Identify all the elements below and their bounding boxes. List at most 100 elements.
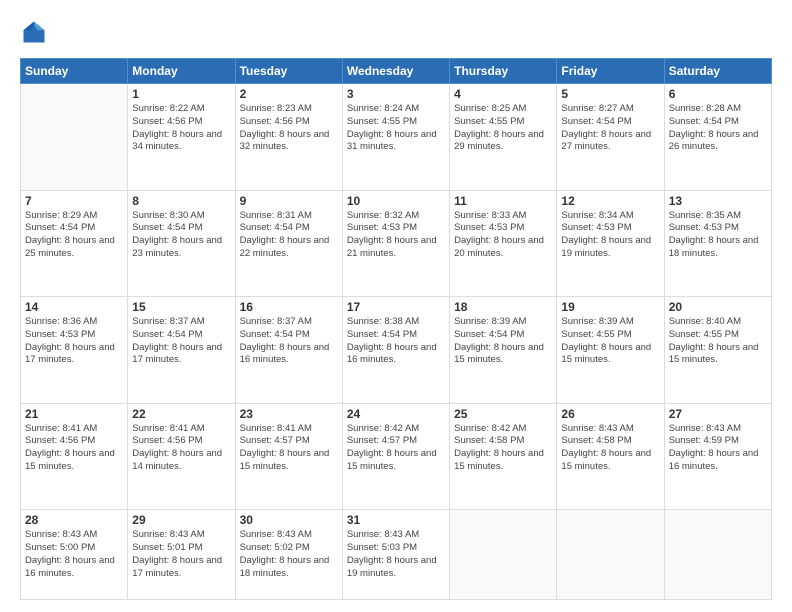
day-info: Sunrise: 8:39 AM Sunset: 4:54 PM Dayligh… — [454, 316, 552, 367]
daylight-text: Daylight: 8 hours and 17 minutes. — [132, 342, 222, 366]
calendar-cell: 16 Sunrise: 8:37 AM Sunset: 4:54 PM Dayl… — [235, 297, 342, 404]
day-info: Sunrise: 8:39 AM Sunset: 4:55 PM Dayligh… — [561, 316, 659, 367]
day-info: Sunrise: 8:40 AM Sunset: 4:55 PM Dayligh… — [669, 316, 767, 367]
calendar-cell: 20 Sunrise: 8:40 AM Sunset: 4:55 PM Dayl… — [664, 297, 771, 404]
sunrise-text: Sunrise: 8:37 AM — [132, 316, 204, 327]
calendar-cell: 9 Sunrise: 8:31 AM Sunset: 4:54 PM Dayli… — [235, 190, 342, 297]
day-info: Sunrise: 8:29 AM Sunset: 4:54 PM Dayligh… — [25, 210, 123, 261]
calendar-cell: 6 Sunrise: 8:28 AM Sunset: 4:54 PM Dayli… — [664, 84, 771, 191]
calendar-cell: 24 Sunrise: 8:42 AM Sunset: 4:57 PM Dayl… — [342, 403, 449, 510]
day-info: Sunrise: 8:43 AM Sunset: 4:59 PM Dayligh… — [669, 423, 767, 474]
daylight-text: Daylight: 8 hours and 18 minutes. — [669, 235, 759, 259]
sunset-text: Sunset: 4:56 PM — [25, 435, 95, 446]
day-info: Sunrise: 8:41 AM Sunset: 4:56 PM Dayligh… — [132, 423, 230, 474]
calendar-cell: 27 Sunrise: 8:43 AM Sunset: 4:59 PM Dayl… — [664, 403, 771, 510]
day-number: 29 — [132, 513, 230, 527]
calendar-cell: 18 Sunrise: 8:39 AM Sunset: 4:54 PM Dayl… — [450, 297, 557, 404]
calendar-week-row: 14 Sunrise: 8:36 AM Sunset: 4:53 PM Dayl… — [21, 297, 772, 404]
daylight-text: Daylight: 8 hours and 19 minutes. — [347, 555, 437, 579]
daylight-text: Daylight: 8 hours and 34 minutes. — [132, 129, 222, 153]
daylight-text: Daylight: 8 hours and 15 minutes. — [669, 342, 759, 366]
daylight-text: Daylight: 8 hours and 23 minutes. — [132, 235, 222, 259]
day-info: Sunrise: 8:43 AM Sunset: 5:02 PM Dayligh… — [240, 529, 338, 580]
calendar-cell: 15 Sunrise: 8:37 AM Sunset: 4:54 PM Dayl… — [128, 297, 235, 404]
day-info: Sunrise: 8:34 AM Sunset: 4:53 PM Dayligh… — [561, 210, 659, 261]
day-number: 27 — [669, 407, 767, 421]
day-info: Sunrise: 8:24 AM Sunset: 4:55 PM Dayligh… — [347, 103, 445, 154]
daylight-text: Daylight: 8 hours and 20 minutes. — [454, 235, 544, 259]
sunrise-text: Sunrise: 8:34 AM — [561, 210, 633, 221]
daylight-text: Daylight: 8 hours and 15 minutes. — [561, 448, 651, 472]
logo — [20, 18, 52, 46]
weekday-header-monday: Monday — [128, 59, 235, 84]
day-number: 5 — [561, 87, 659, 101]
calendar-cell: 4 Sunrise: 8:25 AM Sunset: 4:55 PM Dayli… — [450, 84, 557, 191]
day-number: 16 — [240, 300, 338, 314]
weekday-header-tuesday: Tuesday — [235, 59, 342, 84]
day-number: 7 — [25, 194, 123, 208]
calendar-table: SundayMondayTuesdayWednesdayThursdayFrid… — [20, 58, 772, 600]
header — [20, 18, 772, 46]
sunrise-text: Sunrise: 8:36 AM — [25, 316, 97, 327]
day-info: Sunrise: 8:41 AM Sunset: 4:56 PM Dayligh… — [25, 423, 123, 474]
calendar-week-row: 28 Sunrise: 8:43 AM Sunset: 5:00 PM Dayl… — [21, 510, 772, 600]
sunset-text: Sunset: 4:55 PM — [561, 329, 631, 340]
sunrise-text: Sunrise: 8:27 AM — [561, 103, 633, 114]
daylight-text: Daylight: 8 hours and 15 minutes. — [25, 448, 115, 472]
sunrise-text: Sunrise: 8:23 AM — [240, 103, 312, 114]
weekday-header-saturday: Saturday — [664, 59, 771, 84]
sunrise-text: Sunrise: 8:41 AM — [240, 423, 312, 434]
sunrise-text: Sunrise: 8:25 AM — [454, 103, 526, 114]
sunrise-text: Sunrise: 8:40 AM — [669, 316, 741, 327]
calendar-cell: 30 Sunrise: 8:43 AM Sunset: 5:02 PM Dayl… — [235, 510, 342, 600]
day-info: Sunrise: 8:31 AM Sunset: 4:54 PM Dayligh… — [240, 210, 338, 261]
sunset-text: Sunset: 4:57 PM — [240, 435, 310, 446]
day-number: 22 — [132, 407, 230, 421]
day-info: Sunrise: 8:42 AM Sunset: 4:58 PM Dayligh… — [454, 423, 552, 474]
sunset-text: Sunset: 4:56 PM — [132, 435, 202, 446]
day-number: 10 — [347, 194, 445, 208]
calendar-cell: 19 Sunrise: 8:39 AM Sunset: 4:55 PM Dayl… — [557, 297, 664, 404]
day-number: 3 — [347, 87, 445, 101]
daylight-text: Daylight: 8 hours and 27 minutes. — [561, 129, 651, 153]
calendar-week-row: 7 Sunrise: 8:29 AM Sunset: 4:54 PM Dayli… — [21, 190, 772, 297]
calendar-cell: 26 Sunrise: 8:43 AM Sunset: 4:58 PM Dayl… — [557, 403, 664, 510]
sunset-text: Sunset: 4:54 PM — [240, 329, 310, 340]
day-info: Sunrise: 8:28 AM Sunset: 4:54 PM Dayligh… — [669, 103, 767, 154]
day-info: Sunrise: 8:43 AM Sunset: 5:03 PM Dayligh… — [347, 529, 445, 580]
day-info: Sunrise: 8:33 AM Sunset: 4:53 PM Dayligh… — [454, 210, 552, 261]
daylight-text: Daylight: 8 hours and 16 minutes. — [240, 342, 330, 366]
calendar-cell: 17 Sunrise: 8:38 AM Sunset: 4:54 PM Dayl… — [342, 297, 449, 404]
page: SundayMondayTuesdayWednesdayThursdayFrid… — [0, 0, 792, 612]
sunrise-text: Sunrise: 8:42 AM — [347, 423, 419, 434]
calendar-cell: 21 Sunrise: 8:41 AM Sunset: 4:56 PM Dayl… — [21, 403, 128, 510]
calendar-cell — [557, 510, 664, 600]
daylight-text: Daylight: 8 hours and 15 minutes. — [454, 342, 544, 366]
sunset-text: Sunset: 4:58 PM — [454, 435, 524, 446]
day-number: 1 — [132, 87, 230, 101]
sunrise-text: Sunrise: 8:43 AM — [347, 529, 419, 540]
sunrise-text: Sunrise: 8:43 AM — [669, 423, 741, 434]
day-info: Sunrise: 8:27 AM Sunset: 4:54 PM Dayligh… — [561, 103, 659, 154]
sunset-text: Sunset: 5:01 PM — [132, 542, 202, 553]
day-number: 26 — [561, 407, 659, 421]
daylight-text: Daylight: 8 hours and 31 minutes. — [347, 129, 437, 153]
sunset-text: Sunset: 5:00 PM — [25, 542, 95, 553]
sunset-text: Sunset: 5:03 PM — [347, 542, 417, 553]
sunrise-text: Sunrise: 8:39 AM — [454, 316, 526, 327]
sunset-text: Sunset: 4:56 PM — [240, 116, 310, 127]
day-number: 11 — [454, 194, 552, 208]
day-info: Sunrise: 8:37 AM Sunset: 4:54 PM Dayligh… — [132, 316, 230, 367]
calendar-cell: 3 Sunrise: 8:24 AM Sunset: 4:55 PM Dayli… — [342, 84, 449, 191]
daylight-text: Daylight: 8 hours and 25 minutes. — [25, 235, 115, 259]
daylight-text: Daylight: 8 hours and 15 minutes. — [240, 448, 330, 472]
day-info: Sunrise: 8:41 AM Sunset: 4:57 PM Dayligh… — [240, 423, 338, 474]
weekday-header-row: SundayMondayTuesdayWednesdayThursdayFrid… — [21, 59, 772, 84]
calendar-cell: 5 Sunrise: 8:27 AM Sunset: 4:54 PM Dayli… — [557, 84, 664, 191]
day-info: Sunrise: 8:42 AM Sunset: 4:57 PM Dayligh… — [347, 423, 445, 474]
day-number: 15 — [132, 300, 230, 314]
calendar-cell: 12 Sunrise: 8:34 AM Sunset: 4:53 PM Dayl… — [557, 190, 664, 297]
sunrise-text: Sunrise: 8:24 AM — [347, 103, 419, 114]
calendar-cell: 8 Sunrise: 8:30 AM Sunset: 4:54 PM Dayli… — [128, 190, 235, 297]
day-number: 31 — [347, 513, 445, 527]
